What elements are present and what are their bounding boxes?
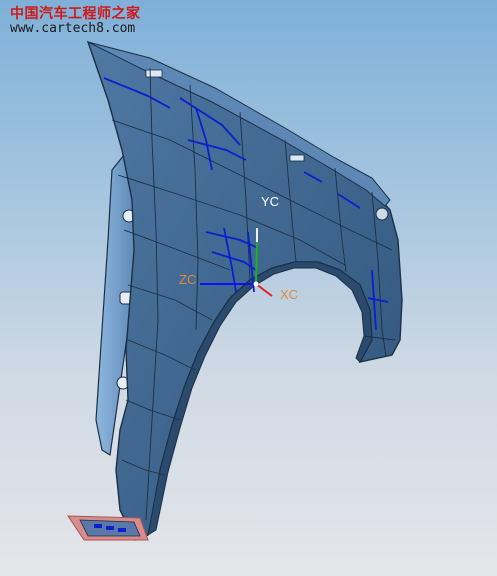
- watermark-title: 中国汽车工程师之家: [10, 6, 141, 22]
- top-clip: [145, 69, 163, 78]
- xc-axis-label: XC: [280, 287, 299, 302]
- cad-viewport[interactable]: 中国汽车工程师之家 www.cartech8.com YC ZC XC: [0, 0, 497, 576]
- top-clip: [289, 154, 305, 162]
- watermark-url: www.cartech8.com: [10, 21, 136, 37]
- fender-model[interactable]: [0, 0, 497, 576]
- yc-axis-label: YC: [261, 194, 280, 209]
- zc-axis-label: ZC: [179, 272, 197, 287]
- watermark: 中国汽车工程师之家 www.cartech8.com: [10, 6, 141, 37]
- yc-axis-line: [255, 241, 258, 285]
- xc-axis-line: [255, 283, 273, 297]
- corner-hole: [375, 207, 389, 221]
- triad-origin: [253, 281, 259, 287]
